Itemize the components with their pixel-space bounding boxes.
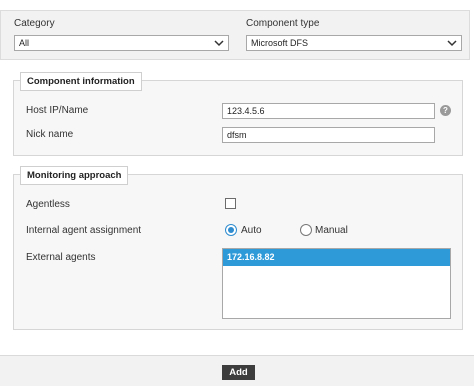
internal-agent-label: Internal agent assignment xyxy=(26,225,142,236)
chevron-down-icon xyxy=(447,40,457,47)
chevron-down-icon xyxy=(214,40,224,47)
nick-name-input[interactable]: dfsm xyxy=(222,127,435,143)
component-type-value: Microsoft DFS xyxy=(251,38,309,48)
component-information-legend: Component information xyxy=(20,72,142,91)
category-select[interactable]: All xyxy=(14,35,229,51)
help-icon[interactable]: ? xyxy=(440,105,451,116)
radio-manual-label: Manual xyxy=(315,225,348,236)
nick-name-label: Nick name xyxy=(26,129,74,140)
agentless-label: Agentless xyxy=(26,199,70,210)
radio-manual[interactable]: Manual xyxy=(300,224,370,238)
radio-manual-button[interactable] xyxy=(300,224,312,236)
external-agents-label: External agents xyxy=(26,252,96,263)
component-type-label: Component type xyxy=(246,18,320,29)
host-label: Host IP/Name xyxy=(26,105,89,116)
radio-auto[interactable]: Auto xyxy=(225,224,285,238)
monitoring-approach-legend: Monitoring approach xyxy=(20,166,129,185)
external-agents-list[interactable]: 172.16.8.82 xyxy=(222,248,451,319)
radio-auto-label: Auto xyxy=(241,225,262,236)
radio-auto-button[interactable] xyxy=(225,224,237,236)
component-type-select[interactable]: Microsoft DFS xyxy=(246,35,462,51)
list-item[interactable]: 172.16.8.82 xyxy=(223,249,450,266)
agentless-checkbox[interactable] xyxy=(225,198,236,209)
category-value: All xyxy=(19,38,30,48)
add-button[interactable]: Add xyxy=(222,365,255,380)
category-label: Category xyxy=(14,18,55,29)
host-input[interactable]: 123.4.5.6 xyxy=(222,103,435,119)
